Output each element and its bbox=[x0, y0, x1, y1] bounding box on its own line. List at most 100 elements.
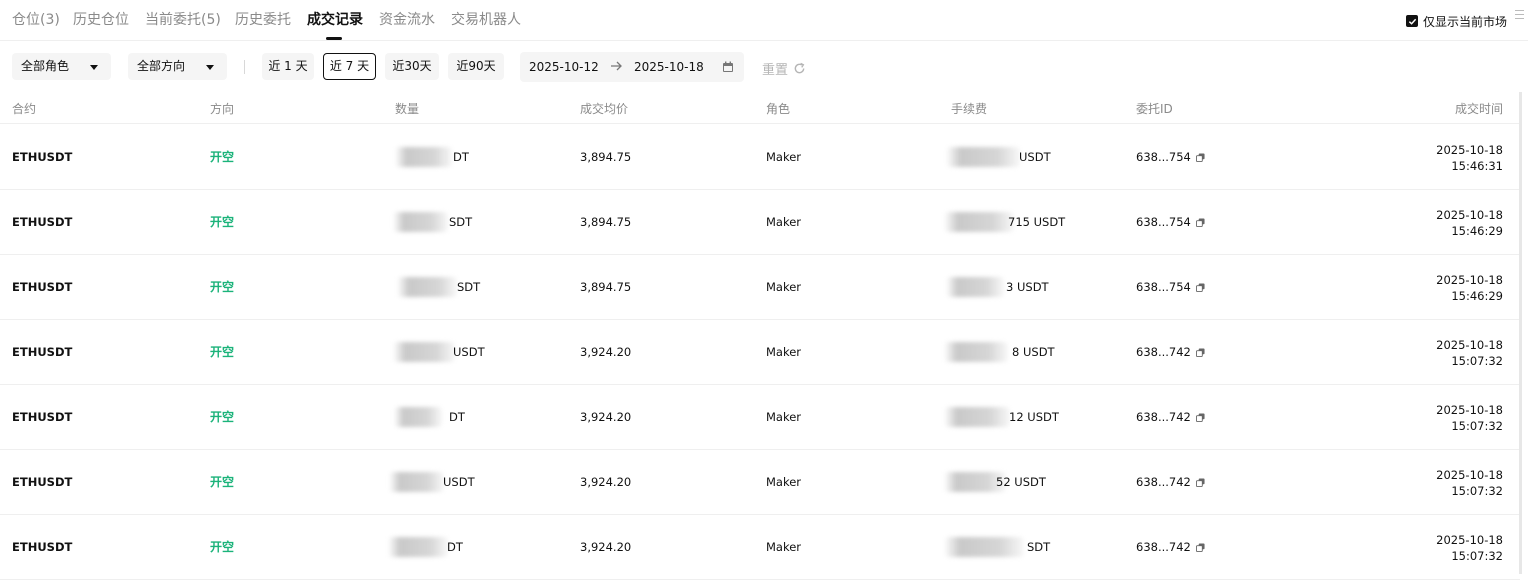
redacted-quantity bbox=[393, 212, 448, 232]
calendar-icon[interactable] bbox=[722, 61, 734, 76]
trade-clock: 15:46:29 bbox=[1451, 224, 1503, 238]
fee-value: USDT bbox=[1019, 150, 1051, 164]
range-7d-button[interactable]: 近 7 天 bbox=[323, 53, 376, 80]
menu-icon[interactable] bbox=[1515, 10, 1525, 22]
order-id-cell: 638...742 bbox=[1136, 345, 1205, 361]
date-to[interactable]: 2025-10-18 bbox=[634, 59, 704, 75]
date-range-picker[interactable]: 2025-10-12 2025-10-18 bbox=[520, 52, 744, 82]
table-header: 合约 方向 数量 成交均价 角色 手续费 委托ID 成交时间 bbox=[0, 92, 1520, 124]
avg-price-value: 3,924.20 bbox=[580, 475, 632, 489]
tab-position-history[interactable]: 历史仓位 bbox=[73, 10, 129, 30]
tab-trading-bots[interactable]: 交易机器人 bbox=[451, 10, 521, 30]
order-id-cell: 638...742 bbox=[1136, 475, 1205, 491]
contract-symbol[interactable]: ETHUSDT bbox=[12, 345, 72, 360]
order-id-cell: 638...754 bbox=[1136, 215, 1205, 231]
order-id-cell: 638...754 bbox=[1136, 150, 1205, 166]
date-from[interactable]: 2025-10-12 bbox=[529, 59, 599, 75]
column-header-avg-price: 成交均价 bbox=[580, 102, 629, 116]
copy-icon[interactable] bbox=[1195, 411, 1205, 426]
quantity-value: DT bbox=[449, 410, 465, 424]
direction-dropdown-value: 全部方向 bbox=[137, 59, 186, 73]
contract-symbol[interactable]: ETHUSDT bbox=[12, 150, 72, 165]
role-value: Maker bbox=[766, 540, 802, 554]
contract-symbol[interactable]: ETHUSDT bbox=[12, 410, 72, 425]
table-row: ETHUSDT 开空 SDT 3,894.75 Maker 3 USDT 638...754… bbox=[0, 255, 1520, 320]
trade-clock: 15:46:29 bbox=[1451, 289, 1503, 303]
contract-symbol[interactable]: ETHUSDT bbox=[12, 215, 72, 230]
copy-icon[interactable] bbox=[1195, 216, 1205, 231]
tab-positions[interactable]: 仓位(3) bbox=[12, 10, 60, 30]
copy-icon[interactable] bbox=[1195, 541, 1205, 556]
tab-open-orders[interactable]: 当前委托(5) bbox=[145, 10, 221, 30]
trade-time: 2025-10-18 15:07:32 bbox=[1436, 337, 1503, 369]
order-id-value: 638...754 bbox=[1136, 280, 1191, 294]
role-value: Maker bbox=[766, 215, 802, 229]
tab-funding-flow[interactable]: 资金流水 bbox=[379, 10, 435, 30]
reset-button[interactable]: 重置 bbox=[762, 59, 806, 78]
column-header-direction: 方向 bbox=[210, 102, 235, 116]
tab-order-history[interactable]: 历史委托 bbox=[235, 10, 291, 30]
avg-price-value: 3,894.75 bbox=[580, 150, 632, 164]
fee-value: 3 USDT bbox=[1006, 280, 1049, 294]
role-dropdown[interactable]: 全部角色 bbox=[12, 53, 111, 80]
avg-price-value: 3,924.20 bbox=[580, 345, 632, 359]
avg-price-value: 3,894.75 bbox=[580, 280, 632, 294]
table-row: ETHUSDT 开空 SDT 3,894.75 Maker 715 USDT 638...7… bbox=[0, 190, 1520, 255]
trade-date: 2025-10-18 bbox=[1436, 143, 1503, 157]
trade-date: 2025-10-18 bbox=[1436, 533, 1503, 547]
copy-icon[interactable] bbox=[1195, 476, 1205, 491]
role-value: Maker bbox=[766, 410, 802, 424]
trade-clock: 15:46:31 bbox=[1451, 159, 1503, 173]
quantity-value: SDT bbox=[457, 280, 481, 294]
quantity-value: DT bbox=[453, 150, 469, 164]
copy-icon[interactable] bbox=[1195, 151, 1205, 166]
range-30d-button[interactable]: 近30天 bbox=[385, 53, 439, 80]
column-header-quantity: 数量 bbox=[395, 102, 420, 116]
tab-trade-history[interactable]: 成交记录 bbox=[307, 10, 363, 30]
column-header-role: 角色 bbox=[766, 102, 791, 116]
trade-direction: 开空 bbox=[210, 410, 235, 424]
redacted-fee bbox=[946, 277, 1004, 297]
fee-value: 12 USDT bbox=[1009, 410, 1059, 424]
checkbox-icon[interactable] bbox=[1406, 15, 1418, 27]
filter-divider bbox=[244, 60, 245, 74]
role-value: Maker bbox=[766, 150, 802, 164]
contract-symbol[interactable]: ETHUSDT bbox=[12, 475, 72, 490]
order-id-cell: 638...754 bbox=[1136, 280, 1205, 296]
copy-icon[interactable] bbox=[1195, 281, 1205, 296]
direction-dropdown[interactable]: 全部方向 bbox=[128, 53, 227, 80]
trade-clock: 15:07:32 bbox=[1451, 354, 1503, 368]
column-header-order-id: 委托ID bbox=[1136, 102, 1173, 116]
trade-clock: 15:07:32 bbox=[1451, 549, 1503, 563]
reset-label: 重置 bbox=[762, 63, 789, 78]
quantity-value: USDT bbox=[443, 475, 475, 489]
scrollbar[interactable] bbox=[1519, 92, 1522, 574]
contract-symbol[interactable]: ETHUSDT bbox=[12, 540, 72, 555]
redacted-quantity bbox=[395, 147, 452, 167]
copy-icon[interactable] bbox=[1195, 346, 1205, 361]
contract-symbol[interactable]: ETHUSDT bbox=[12, 280, 72, 295]
arrow-right-icon bbox=[610, 60, 623, 75]
trade-time: 2025-10-18 15:46:29 bbox=[1436, 207, 1503, 239]
redacted-quantity bbox=[393, 342, 455, 362]
filter-bar: 全部角色 全部方向 近 1 天 近 7 天 近30天 近90天 2025-10-… bbox=[0, 52, 1528, 82]
only-current-market-toggle[interactable]: 仅显示当前市场 bbox=[1406, 12, 1507, 30]
quantity-value: SDT bbox=[449, 215, 473, 229]
trade-date: 2025-10-18 bbox=[1436, 208, 1503, 222]
order-id-value: 638...742 bbox=[1136, 345, 1191, 359]
table-row: ETHUSDT 开空 DT 3,924.20 Maker 12 USDT 638...742… bbox=[0, 385, 1520, 450]
redacted-fee bbox=[944, 212, 1014, 232]
order-id-cell: 638...742 bbox=[1136, 540, 1205, 556]
fee-value: SDT bbox=[1027, 540, 1051, 554]
table-row: ETHUSDT 开空 USDT 3,924.20 Maker 8 USDT 638...74… bbox=[0, 320, 1520, 385]
range-90d-button[interactable]: 近90天 bbox=[448, 53, 504, 80]
column-header-contract: 合约 bbox=[12, 102, 37, 116]
range-1d-button[interactable]: 近 1 天 bbox=[262, 53, 314, 80]
redacted-fee bbox=[944, 342, 1008, 362]
column-header-trade-time: 成交时间 bbox=[1454, 102, 1503, 116]
refresh-icon bbox=[794, 62, 805, 74]
trade-date: 2025-10-18 bbox=[1436, 338, 1503, 352]
trade-time: 2025-10-18 15:46:31 bbox=[1436, 142, 1503, 174]
redacted-quantity bbox=[388, 537, 448, 557]
trade-direction: 开空 bbox=[210, 280, 235, 294]
